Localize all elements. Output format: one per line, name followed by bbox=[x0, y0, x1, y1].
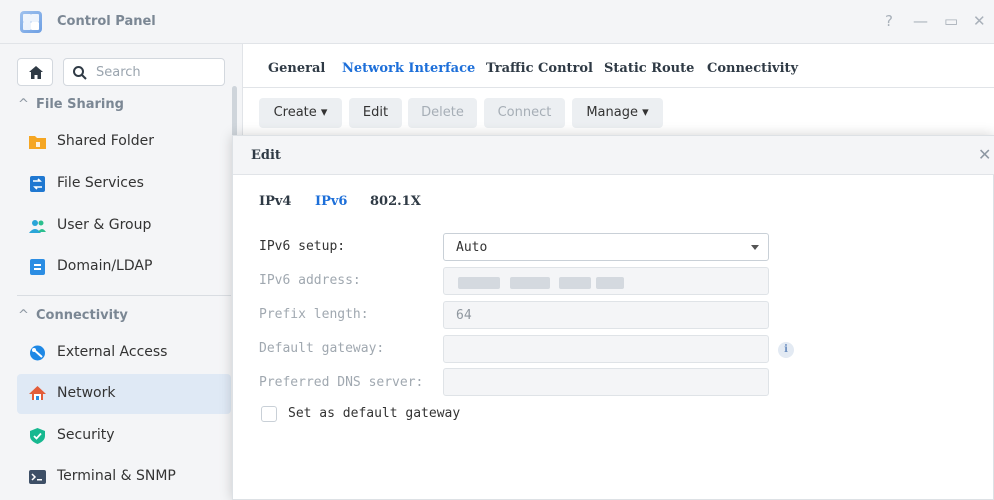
sidebar-item-label: Network bbox=[57, 385, 116, 401]
chevron-up-icon: ^ bbox=[18, 308, 29, 323]
sidebar-item-external-access[interactable]: External Access bbox=[17, 333, 231, 373]
terminal-icon bbox=[29, 470, 46, 484]
shared-folder-icon bbox=[29, 136, 46, 149]
default-gateway-checkbox[interactable] bbox=[261, 406, 277, 422]
info-icon[interactable]: i bbox=[778, 342, 794, 358]
section-file-sharing-label: File Sharing bbox=[36, 97, 124, 112]
prefix-length-field[interactable]: 64 bbox=[443, 301, 769, 329]
home-button[interactable] bbox=[17, 58, 53, 86]
ipv6-setup-label: IPv6 setup: bbox=[259, 239, 346, 254]
ipv6-setup-value: Auto bbox=[456, 240, 488, 255]
preferred-dns-label: Preferred DNS server: bbox=[259, 375, 424, 390]
redacted-text bbox=[510, 277, 550, 289]
default-gateway-checkbox-label[interactable]: Set as default gateway bbox=[288, 406, 460, 421]
domain-ldap-icon bbox=[30, 259, 45, 275]
sidebar-item-label: User & Group bbox=[57, 217, 152, 233]
security-shield-icon bbox=[30, 428, 45, 444]
ipv6-address-label: IPv6 address: bbox=[259, 273, 361, 288]
dialog-close-button[interactable]: ✕ bbox=[978, 145, 991, 164]
home-icon bbox=[29, 66, 43, 79]
tab-ipv6[interactable]: IPv6 bbox=[315, 194, 347, 209]
section-file-sharing[interactable]: ^ File Sharing bbox=[18, 96, 124, 114]
edit-button[interactable]: Edit bbox=[349, 98, 402, 128]
tab-network-interface[interactable]: Network Interface bbox=[342, 61, 475, 76]
sidebar-item-security[interactable]: Security bbox=[17, 416, 231, 456]
tab-traffic-control[interactable]: Traffic Control bbox=[486, 61, 593, 76]
file-services-icon bbox=[30, 176, 45, 192]
tab-ipv4[interactable]: IPv4 bbox=[259, 194, 291, 209]
dialog-header: Edit ✕ bbox=[233, 136, 994, 175]
section-connectivity-label: Connectivity bbox=[36, 308, 128, 323]
sidebar-item-terminal-snmp[interactable]: Terminal & SNMP bbox=[17, 457, 231, 497]
manage-button[interactable]: Manage ▾ bbox=[572, 98, 663, 128]
chevron-up-icon: ^ bbox=[18, 97, 29, 112]
user-group-icon bbox=[29, 220, 46, 233]
search-box[interactable] bbox=[63, 58, 225, 86]
edit-dialog: Edit ✕ IPv4 IPv6 802.1X IPv6 setup: Auto… bbox=[232, 135, 994, 500]
create-button[interactable]: Create ▾ bbox=[259, 98, 342, 128]
sidebar-item-user-group[interactable]: User & Group bbox=[17, 206, 231, 246]
prefix-length-value: 64 bbox=[456, 308, 472, 323]
network-icon bbox=[29, 386, 46, 400]
sidebar-item-label: External Access bbox=[57, 344, 168, 360]
sidebar-divider bbox=[17, 295, 231, 296]
window-close-button[interactable]: ✕ bbox=[973, 12, 986, 30]
title-bar: Control Panel ? — ▭ ✕ bbox=[0, 0, 994, 44]
sidebar-item-domain-ldap[interactable]: Domain/LDAP bbox=[17, 247, 231, 287]
sidebar-item-label: Domain/LDAP bbox=[57, 258, 153, 274]
control-panel-app-icon bbox=[20, 11, 42, 33]
tab-static-route[interactable]: Static Route bbox=[604, 61, 694, 76]
sidebar-item-label: Security bbox=[57, 427, 115, 443]
tab-802-1x[interactable]: 802.1X bbox=[370, 194, 421, 209]
tab-connectivity[interactable]: Connectivity bbox=[707, 61, 798, 76]
dialog-title: Edit bbox=[251, 148, 281, 163]
tab-general[interactable]: General bbox=[268, 61, 325, 76]
sidebar: ^ File Sharing Shared Folder File Service… bbox=[0, 44, 243, 500]
prefix-length-label: Prefix length: bbox=[259, 307, 369, 322]
redacted-text bbox=[458, 277, 500, 289]
redacted-text bbox=[559, 277, 591, 289]
ipv6-setup-select[interactable]: Auto bbox=[443, 233, 769, 261]
delete-button[interactable]: Delete bbox=[408, 98, 477, 128]
dropdown-caret-icon bbox=[751, 245, 759, 250]
sidebar-item-file-services[interactable]: File Services bbox=[17, 164, 231, 204]
minimize-button[interactable]: — bbox=[913, 12, 928, 30]
window-title: Control Panel bbox=[57, 14, 156, 29]
help-button[interactable]: ? bbox=[885, 12, 893, 30]
maximize-button[interactable]: ▭ bbox=[944, 12, 958, 30]
redacted-text bbox=[596, 277, 624, 289]
preferred-dns-field[interactable] bbox=[443, 368, 769, 396]
ipv6-address-field[interactable] bbox=[443, 267, 769, 295]
default-gateway-label: Default gateway: bbox=[259, 341, 385, 356]
default-gateway-field[interactable] bbox=[443, 335, 769, 363]
external-access-icon bbox=[30, 345, 45, 361]
sidebar-item-network[interactable]: Network bbox=[17, 374, 231, 414]
section-connectivity[interactable]: ^ Connectivity bbox=[18, 307, 128, 325]
sidebar-item-label: Shared Folder bbox=[57, 133, 155, 149]
main-tabs: General Network Interface Traffic Contro… bbox=[243, 44, 994, 88]
sidebar-item-shared-folder[interactable]: Shared Folder bbox=[17, 122, 231, 162]
sidebar-item-label: Terminal & SNMP bbox=[57, 468, 176, 484]
sidebar-item-label: File Services bbox=[57, 175, 144, 191]
search-icon bbox=[73, 66, 87, 80]
connect-button[interactable]: Connect bbox=[484, 98, 565, 128]
search-input[interactable] bbox=[96, 63, 216, 81]
